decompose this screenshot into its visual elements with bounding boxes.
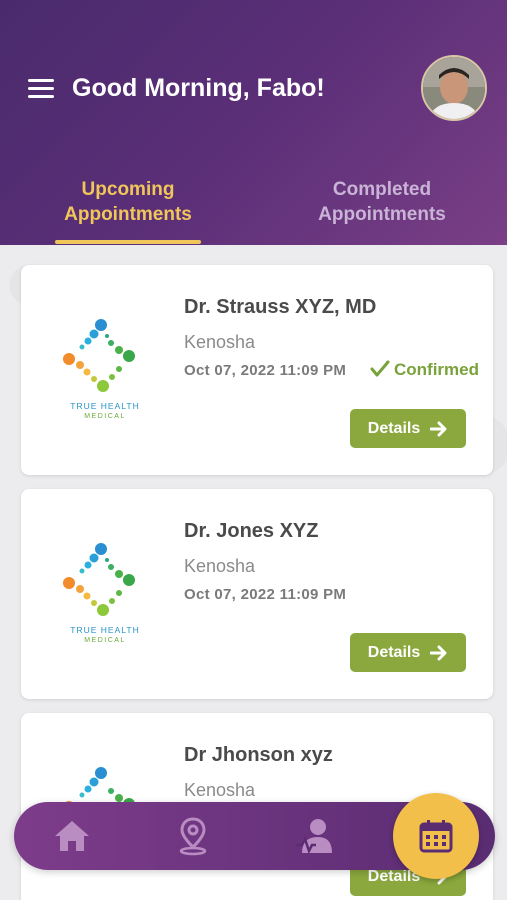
details-button-label: Details <box>367 419 421 437</box>
location-pin-icon <box>179 817 207 856</box>
doctor-name: Dr. Strauss XYZ, MD <box>184 296 377 318</box>
bottom-navigation <box>14 793 495 879</box>
calendar-icon <box>419 820 453 853</box>
appointment-location: Kenosha <box>184 780 256 800</box>
appointment-location: Kenosha <box>184 556 256 576</box>
status-text: Confirmed <box>394 360 479 379</box>
details-button-label: Details <box>367 643 421 661</box>
checkmark-icon <box>370 360 390 377</box>
logo-text-line1: TRUE HEALTH <box>70 625 140 635</box>
greeting-text: Good Morning, Fabo! <box>72 74 325 102</box>
hamburger-menu-icon[interactable] <box>28 79 54 99</box>
true-health-medical-logo: TRUE HEALTH MEDICAL <box>61 317 149 427</box>
app-header: Good Morning, Fabo! Upcoming Appointment… <box>0 0 507 245</box>
true-health-medical-logo: TRUE HEALTH MEDICAL <box>61 541 149 651</box>
doctor-name: Dr Jhonson xyz <box>184 744 333 766</box>
appointment-datetime: Oct 07, 2022 11:09 PM <box>184 362 347 379</box>
nav-home[interactable] <box>52 816 92 856</box>
doctor-icon <box>296 819 332 855</box>
appointment-card: TRUE HEALTH MEDICAL Dr. Strauss XYZ, MD … <box>21 265 493 475</box>
active-tab-indicator <box>55 240 201 244</box>
details-button[interactable]: Details <box>350 409 466 448</box>
user-avatar[interactable] <box>421 55 487 121</box>
tab-upcoming-appointments[interactable]: Upcoming Appointments <box>28 177 228 227</box>
arrow-right-icon <box>430 421 447 436</box>
doctor-name: Dr. Jones XYZ <box>184 520 319 542</box>
appointment-card: TRUE HEALTH MEDICAL Dr. Jones XYZ Kenosh… <box>21 489 493 699</box>
tab-completed-appointments[interactable]: Completed Appointments <box>282 177 482 227</box>
arrow-right-icon <box>430 645 447 660</box>
home-icon <box>55 821 89 851</box>
nav-doctors[interactable] <box>294 816 334 856</box>
logo-text-line2: MEDICAL <box>84 637 126 644</box>
logo-text-line1: TRUE HEALTH <box>70 401 140 411</box>
nav-locations[interactable] <box>173 816 213 856</box>
appointment-datetime: Oct 07, 2022 11:09 PM <box>184 586 347 603</box>
logo-text-line2: MEDICAL <box>84 413 126 420</box>
nav-appointments-fab[interactable] <box>393 793 479 879</box>
appointment-location: Kenosha <box>184 332 256 352</box>
details-button[interactable]: Details <box>350 633 466 672</box>
status-badge: Confirmed <box>370 360 479 380</box>
